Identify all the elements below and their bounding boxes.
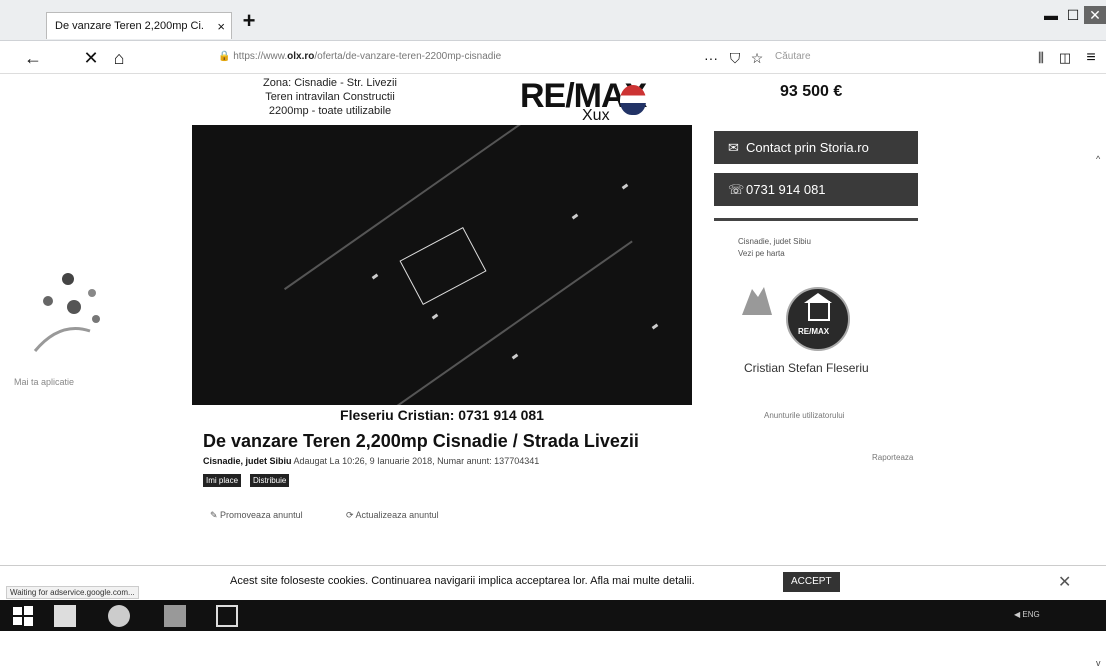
report-link[interactable]: Raporteaza	[872, 453, 913, 462]
photo-detail	[431, 313, 439, 320]
agent-avatar[interactable]: RE/MAX	[786, 287, 850, 351]
windows-start-icon[interactable]	[12, 605, 34, 627]
plot-outline	[399, 227, 487, 305]
page-actions-icon[interactable]: ···	[700, 47, 722, 69]
url-path: /oferta/de-vanzare-teren-2200mp-cisnadie	[314, 51, 502, 62]
stop-icon[interactable]: ✕	[80, 47, 102, 69]
photo-detail	[571, 213, 579, 220]
mail-icon: ✉	[728, 140, 739, 155]
tab-title: De vanzare Teren 2,200mp Ci.	[55, 20, 204, 32]
contact-label: Contact prin Storia.ro	[746, 140, 869, 155]
brand-sub: Xux	[582, 107, 610, 124]
tab-bar: De vanzare Teren 2,200mp Ci. × + ▬ ☐ ✕	[0, 0, 1106, 41]
photo-detail	[371, 273, 379, 280]
url-prefix: https://www.	[233, 51, 288, 62]
listing-location[interactable]: Cisnadie, judet Sibiu	[203, 456, 292, 466]
promote-link[interactable]: ✎ Promoveaza anuntul	[210, 510, 303, 521]
menu-icon[interactable]: ≡	[1080, 47, 1102, 69]
user-avatar-small	[738, 283, 776, 317]
share-button[interactable]: Distribuie	[250, 474, 290, 487]
listing-title: De vanzare Teren 2,200mp Cisnadie / Stra…	[203, 431, 639, 451]
system-tray: ◀︎ ENG	[1014, 610, 1040, 619]
house-body	[808, 301, 830, 321]
taskbar: ◀︎ ENG	[0, 600, 1106, 631]
library-icon[interactable]: ⫼	[1030, 47, 1052, 69]
back-arrow-icon[interactable]: ←	[22, 47, 44, 69]
close-window-icon[interactable]: ✕	[1084, 6, 1106, 24]
phone-label: 0731 914 081	[746, 182, 826, 197]
like-button[interactable]: Imi place	[203, 474, 242, 487]
refresh-icon: ⟳	[346, 510, 356, 520]
tab-close-icon[interactable]: ×	[217, 13, 225, 39]
app-promo-label[interactable]: Mai ta aplicatie	[14, 377, 74, 387]
all-ads-link[interactable]: Anunturile utilizatorului	[764, 411, 845, 420]
map-link[interactable]: Vezi pe harta	[738, 248, 811, 260]
avatar-brand: RE/MAX	[798, 327, 830, 336]
pocket-icon[interactable]: ⛉	[724, 47, 746, 69]
cookie-text: Acest site foloseste cookies. Continuare…	[230, 575, 695, 587]
tab-active[interactable]: De vanzare Teren 2,200mp Ci. ×	[46, 12, 232, 39]
banner-land-type: Teren intravilan Constructii	[265, 91, 395, 103]
phone-button[interactable]: ☏ 0731 914 081	[714, 173, 918, 206]
home-icon[interactable]: ⌂	[108, 47, 130, 69]
cookie-close-icon[interactable]: ✕	[1058, 572, 1071, 592]
scroll-up-icon[interactable]: ^	[1096, 154, 1100, 164]
promote-icon: ✎	[210, 510, 221, 520]
banner-area: 2200mp - toate utilizabile	[268, 105, 392, 117]
url-domain: olx.ro	[287, 51, 315, 62]
photo-detail	[651, 323, 659, 330]
listing-photo[interactable]	[192, 125, 692, 405]
refresh-link[interactable]: ⟳ Actualizeaza anuntul	[346, 510, 439, 521]
language-indicator[interactable]: ENG	[1022, 610, 1039, 619]
page-content: Zona: Cisnadie - Str. Livezii Teren intr…	[0, 73, 1106, 668]
banner-zone: Zona: Cisnadie - Str. Livezii	[263, 77, 397, 89]
photo-caption: Fleseriu Cristian: 0731 914 081	[340, 407, 544, 423]
minimize-icon[interactable]: ▬	[1040, 6, 1062, 24]
sidebar-icon[interactable]: ◫	[1054, 47, 1076, 69]
photo-detail	[511, 353, 519, 360]
agent-name[interactable]: Cristian Stefan Fleseriu	[744, 361, 869, 375]
status-bar: Waiting for adservice.google.com...	[6, 586, 139, 599]
maximize-icon[interactable]: ☐	[1062, 6, 1084, 24]
balloon-icon	[620, 85, 646, 115]
promote-label: Promoveaza anuntul	[220, 510, 303, 520]
browser-taskbar-icon[interactable]	[108, 605, 130, 627]
scroll-down-icon[interactable]: v	[1096, 658, 1101, 668]
url-bar[interactable]: 🔒 https://www.olx.ro/oferta/de-vanzare-t…	[218, 48, 688, 66]
document-taskbar-icon[interactable]	[216, 605, 238, 627]
price: 93 500 €	[780, 83, 843, 100]
sidebar-divider	[714, 218, 918, 221]
photo-detail	[621, 183, 629, 190]
cookie-bar: Acest site foloseste cookies. Continuare…	[0, 565, 1106, 600]
contact-button[interactable]: ✉ Contact prin Storia.ro	[714, 131, 918, 164]
refresh-label: Actualizeaza anuntul	[355, 510, 439, 520]
cookie-accept-button[interactable]: ACCEPT	[783, 572, 840, 592]
listing-meta: Cisnadie, judet Sibiu Adaugat La 10:26, …	[203, 456, 539, 466]
app-promo-image[interactable]	[30, 271, 120, 361]
sidebar-location-text: Cisnadie, judet Sibiu	[738, 237, 811, 246]
bookmark-star-icon[interactable]: ☆	[746, 47, 768, 69]
new-tab-button[interactable]: +	[238, 10, 260, 32]
remax-logo: RE/MAX Xux	[520, 77, 650, 129]
phone-icon: ☏	[728, 182, 745, 197]
file-explorer-icon[interactable]	[54, 605, 76, 627]
search-input[interactable]: Căutare	[775, 48, 935, 66]
lock-icon: 🔒	[218, 51, 234, 62]
sidebar-location: Cisnadie, judet Sibiu Vezi pe harta	[738, 236, 811, 260]
listing-added: Adaugat La 10:26, 9 Ianuarie 2018, Numar…	[293, 456, 540, 466]
app-taskbar-icon[interactable]	[164, 605, 186, 627]
nav-bar: ← ✕ ⌂ 🔒 https://www.olx.ro/oferta/de-van…	[0, 41, 1106, 74]
